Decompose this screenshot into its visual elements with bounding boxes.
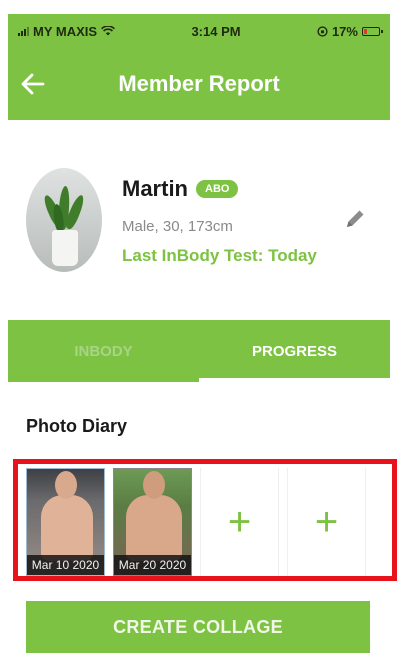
back-button[interactable]	[8, 48, 58, 120]
report-tabs: INBODY PROGRESS	[8, 320, 390, 382]
edit-profile-button[interactable]	[342, 206, 368, 232]
create-collage-button[interactable]: CREATE COLLAGE	[26, 601, 370, 653]
arrow-left-icon	[21, 73, 45, 95]
status-bar: MY MAXIS 3:14 PM 17%	[8, 14, 390, 48]
highlight-frame	[13, 459, 397, 581]
tab-inbody[interactable]: INBODY	[8, 320, 199, 382]
battery-icon	[361, 26, 383, 36]
member-demographics: Male, 30, 173cm	[122, 218, 233, 235]
signal-icon	[18, 26, 29, 36]
avatar	[26, 168, 102, 272]
member-name: Martin	[122, 176, 188, 201]
page-title: Member Report	[118, 71, 280, 96]
member-badge: ABO	[196, 180, 239, 198]
last-test-label: Last InBody Test: Today	[122, 246, 317, 265]
photo-diary-title: Photo Diary	[26, 416, 128, 436]
tab-progress[interactable]: PROGRESS	[199, 320, 390, 382]
carrier-label: MY MAXIS	[33, 23, 98, 39]
active-tab-indicator	[199, 378, 390, 382]
pencil-icon	[347, 210, 364, 227]
member-profile: Martin ABO Male, 30, 173cm Last InBody T…	[8, 120, 390, 320]
wifi-icon	[101, 26, 116, 36]
clock: 3:14 PM	[191, 23, 241, 39]
battery-percent: 17%	[331, 23, 358, 39]
app-header: Member Report	[8, 48, 390, 120]
orientation-lock-icon	[317, 25, 328, 37]
